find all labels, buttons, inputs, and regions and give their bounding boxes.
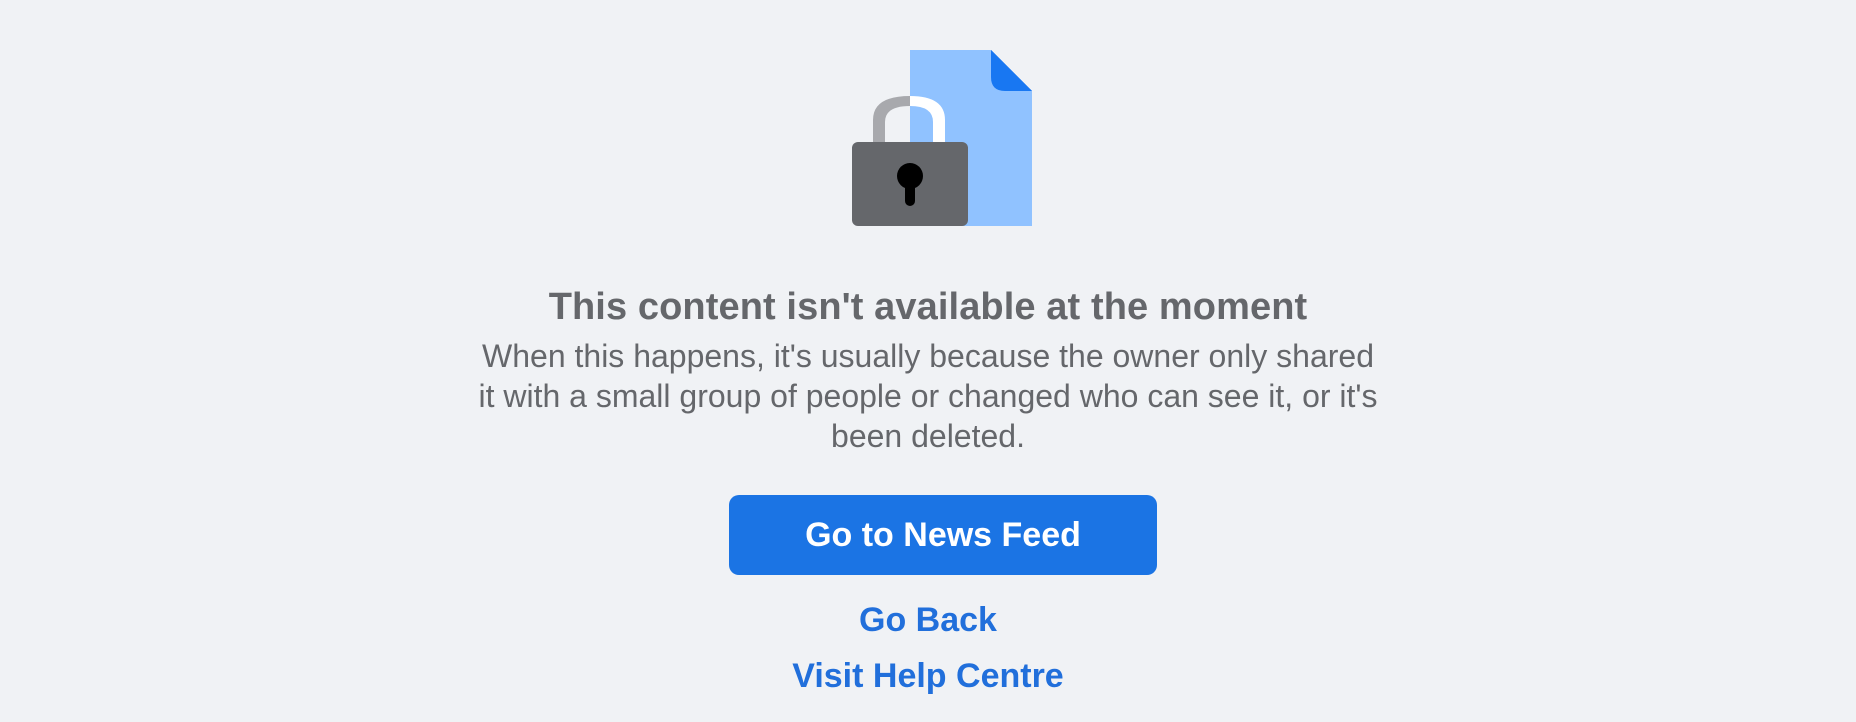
go-back-link[interactable]: Go Back — [0, 600, 1856, 640]
page-description: When this happens, it's usually because … — [478, 338, 1378, 454]
go-back-label: Go Back — [859, 601, 997, 639]
visit-help-centre-label: Visit Help Centre — [792, 657, 1064, 695]
visit-help-centre-link[interactable]: Visit Help Centre — [0, 656, 1856, 696]
go-to-news-feed-button[interactable]: Go to News Feed — [729, 495, 1157, 575]
locked-document-illustration — [848, 48, 1038, 230]
page-title: This content isn't available at the mome… — [548, 286, 1308, 328]
content-unavailable-page: This content isn't available at the mome… — [0, 0, 1856, 722]
